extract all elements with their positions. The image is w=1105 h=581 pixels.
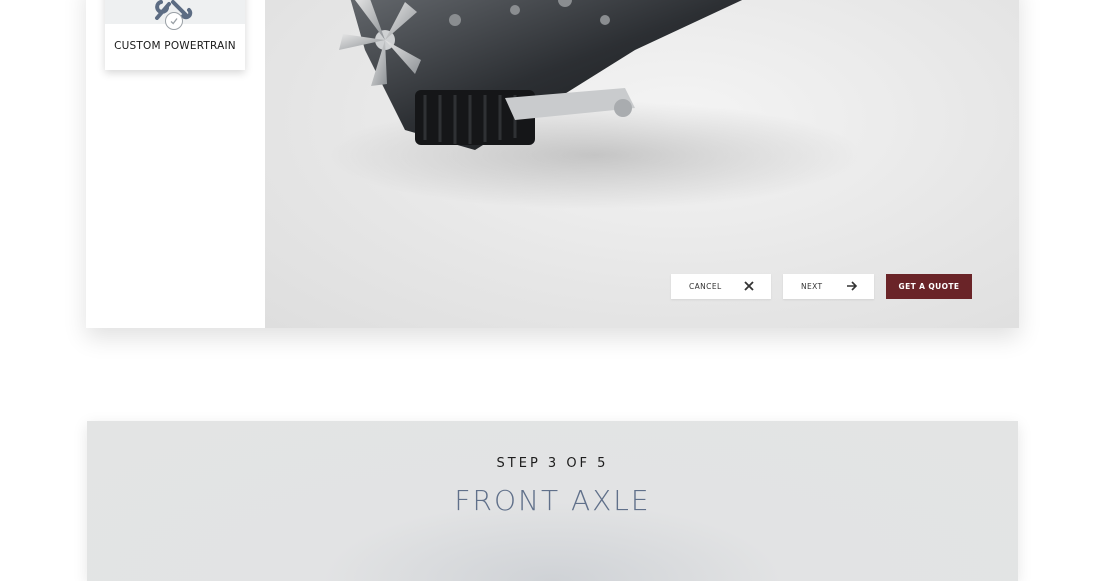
preview-stage: CANCEL NEXT GET A QUOTE	[265, 0, 1019, 328]
next-button[interactable]: NEXT	[783, 274, 874, 299]
configurator-panel: CUSTOM POWERTRAIN CANCEL NEXT GET A QUOT…	[86, 0, 1019, 328]
cancel-button[interactable]: CANCEL	[671, 274, 771, 299]
check-icon	[165, 12, 183, 30]
option-label: CUSTOM POWERTRAIN	[114, 40, 236, 52]
next-label: NEXT	[801, 282, 823, 291]
get-quote-label: GET A QUOTE	[898, 282, 960, 291]
arrow-right-icon	[846, 280, 858, 294]
engine-image	[339, 0, 743, 150]
step-indicator: STEP 3 OF 5	[496, 456, 609, 471]
close-icon	[743, 280, 755, 294]
step-panel: STEP 3 OF 5 FRONT AXLE	[87, 421, 1018, 581]
get-quote-button[interactable]: GET A QUOTE	[886, 274, 972, 299]
option-card-custom-powertrain[interactable]: CUSTOM POWERTRAIN	[105, 0, 245, 70]
options-sidebar: CUSTOM POWERTRAIN	[86, 0, 265, 328]
cancel-label: CANCEL	[689, 282, 722, 291]
step-title: FRONT AXLE	[454, 484, 651, 517]
